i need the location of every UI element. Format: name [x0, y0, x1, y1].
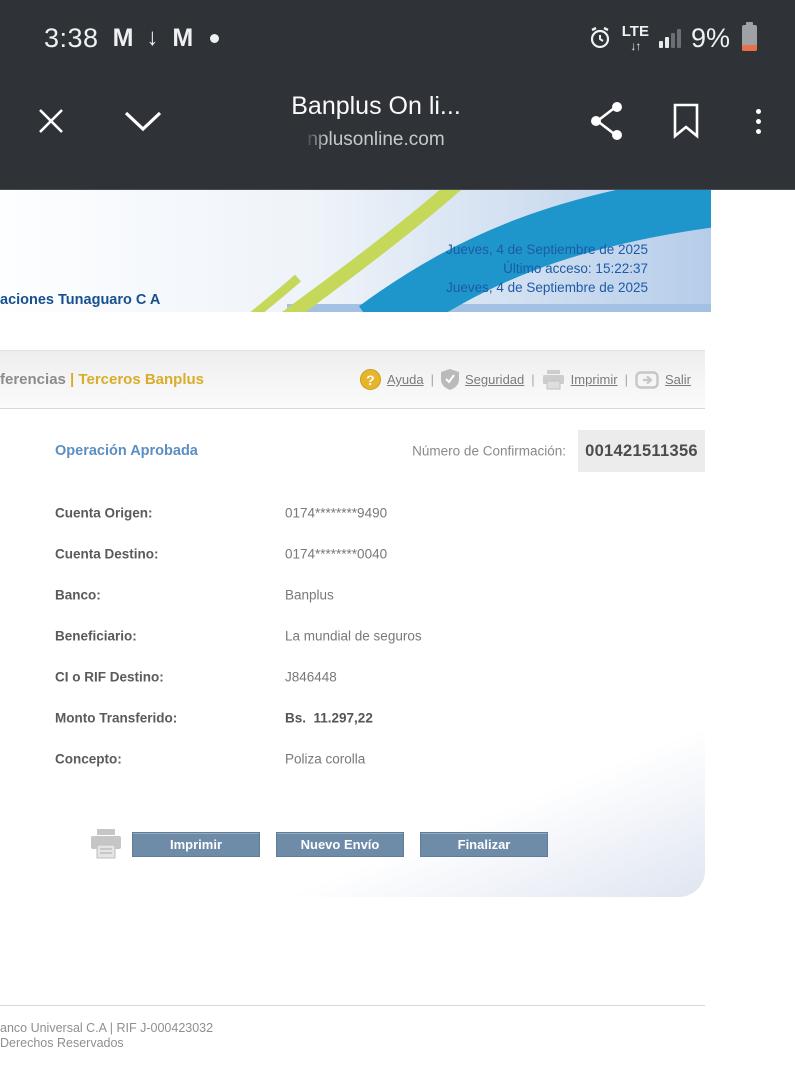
field-row: Cuenta Origen: 0174********9490	[0, 492, 705, 533]
download-icon: ↓	[146, 24, 158, 52]
session-dates: Jueves, 4 de Septiembre de 2025 Último a…	[446, 240, 648, 297]
field-label: Concepto:	[55, 751, 122, 766]
date-line: Jueves, 4 de Septiembre de 2025	[446, 278, 648, 297]
receipt-fields: Cuenta Origen: 0174********9490 Cuenta D…	[0, 492, 705, 779]
printer-icon	[90, 829, 122, 859]
imprimir-button[interactable]: Imprimir	[132, 832, 260, 857]
link-separator: |	[431, 372, 434, 387]
finalizar-button[interactable]: Finalizar	[420, 832, 548, 857]
seguridad-link[interactable]: Seguridad	[465, 372, 524, 387]
field-row: CI o RIF Destino: J846448	[0, 656, 705, 697]
android-chrome: 3:38 M ↓ M LTE ↓↑ 9%	[0, 0, 795, 190]
help-icon: ?	[360, 369, 381, 390]
site-footer: anco Universal C.A | RIF J-000423032 Der…	[0, 1005, 795, 1051]
field-value: 0174********0040	[285, 546, 387, 561]
tab-title-block: Banplus On li... nplusonline.com	[170, 92, 582, 151]
alarm-icon	[588, 26, 612, 50]
battery-percent: 9%	[691, 23, 730, 54]
field-row: Cuenta Destino: 0174********0040	[0, 533, 705, 574]
overflow-menu-icon[interactable]	[748, 103, 769, 140]
section-navbar: ferencias | Terceros Banplus ? Ayuda | S…	[0, 350, 705, 409]
salir-link[interactable]: Salir	[665, 372, 691, 387]
nav-link-imprimir[interactable]: Imprimir	[542, 370, 618, 390]
utility-links: ? Ayuda | Seguridad | Imprimir |	[360, 369, 691, 390]
printer-icon	[542, 370, 565, 390]
field-label: Beneficiario:	[55, 628, 137, 643]
breadcrumb: ferencias | Terceros Banplus	[0, 371, 204, 388]
field-value: Banplus	[285, 587, 334, 602]
date-line: Jueves, 4 de Septiembre de 2025	[446, 240, 648, 259]
exit-icon	[635, 371, 659, 389]
status-bar: 3:38 M ↓ M LTE ↓↑ 9%	[0, 0, 795, 62]
breadcrumb-separator: |	[70, 371, 74, 388]
breadcrumb-trail: ferencias	[0, 371, 66, 388]
field-row: Beneficiario: La mundial de seguros	[0, 615, 705, 656]
custom-tab-toolbar: Banplus On li... nplusonline.com	[0, 62, 795, 188]
imprimir-link[interactable]: Imprimir	[571, 372, 618, 387]
confirmation-number: 001421511356	[578, 430, 705, 472]
gmail-icon: M	[113, 24, 133, 53]
field-value: 0174********9490	[285, 505, 387, 520]
field-row: Monto Transferido: Bs. 11.297,22	[0, 697, 705, 738]
link-separator: |	[625, 372, 628, 387]
signal-bars-icon	[659, 28, 681, 48]
page-url: nplusonline.com	[307, 129, 444, 151]
notification-dot-icon	[210, 34, 219, 43]
link-separator: |	[531, 372, 534, 387]
operation-status: Operación Aprobada	[55, 443, 198, 459]
page-title: Banplus On li...	[291, 92, 461, 121]
nav-link-ayuda[interactable]: ? Ayuda	[360, 369, 424, 390]
field-label: Cuenta Destino:	[55, 546, 159, 561]
close-icon[interactable]	[30, 100, 72, 142]
transfer-receipt-panel: Operación Aprobada Número de Confirmació…	[0, 430, 705, 897]
ayuda-link[interactable]: Ayuda	[387, 372, 424, 387]
gmail-icon: M	[172, 24, 192, 53]
receipt-header: Operación Aprobada Número de Confirmació…	[0, 430, 705, 472]
battery-icon	[742, 25, 757, 51]
field-value: Poliza corolla	[285, 751, 365, 766]
field-label: Banco:	[55, 587, 101, 602]
footer-line-2: Derechos Reservados	[0, 1036, 795, 1051]
field-row: Banco: Banplus	[0, 574, 705, 615]
nuevo-envio-button[interactable]: Nuevo Envío	[276, 832, 404, 857]
footer-line-1: anco Universal C.A | RIF J-000423032	[0, 1021, 795, 1036]
chevron-down-icon[interactable]	[116, 103, 170, 139]
bank-banner: Jueves, 4 de Septiembre de 2025 Último a…	[0, 190, 711, 312]
share-icon[interactable]	[582, 94, 632, 148]
account-holder-name: aciones Tunaguaro C A	[0, 292, 160, 308]
field-label: CI o RIF Destino:	[55, 669, 164, 684]
bookmark-icon[interactable]	[666, 97, 706, 145]
field-value: J846448	[285, 669, 337, 684]
field-label: Monto Transferido:	[55, 710, 177, 725]
shield-icon	[441, 369, 459, 390]
confirmation-label: Número de Confirmación:	[412, 444, 566, 459]
field-value: La mundial de seguros	[285, 628, 422, 643]
last-access-line: Último acceso: 15:22:37	[446, 259, 648, 278]
receipt-actions: Imprimir Nuevo Envío Finalizar	[0, 829, 705, 859]
network-type-icon: LTE ↓↑	[622, 24, 649, 52]
nav-link-salir[interactable]: Salir	[635, 371, 691, 389]
amount-value: Bs. 11.297,22	[285, 710, 373, 725]
screen: 3:38 M ↓ M LTE ↓↑ 9%	[0, 0, 795, 1080]
breadcrumb-current: Terceros Banplus	[78, 371, 204, 388]
clock-time: 3:38	[44, 23, 99, 54]
field-label: Cuenta Origen:	[55, 505, 153, 520]
field-row: Concepto: Poliza corolla	[0, 738, 705, 779]
nav-link-seguridad[interactable]: Seguridad	[441, 369, 524, 390]
